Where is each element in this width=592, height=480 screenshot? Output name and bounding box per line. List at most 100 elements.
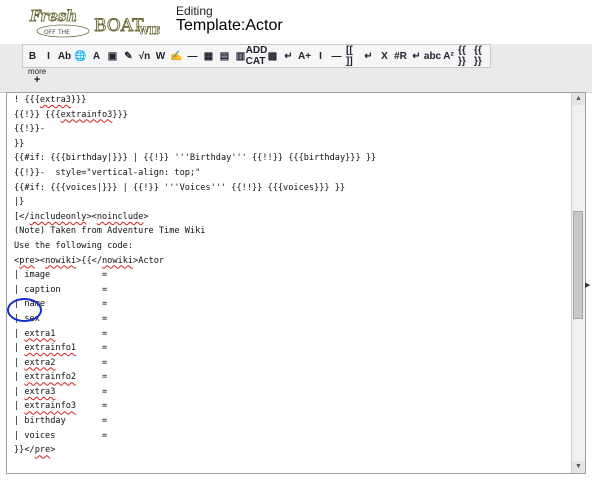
strikethrough-icon: abc: [423, 50, 442, 62]
brackets-button[interactable]: [[ ]]: [345, 45, 360, 67]
code-text: Use the following code:: [14, 240, 133, 251]
horizontal-line-icon: —: [187, 50, 198, 62]
internal-link-button[interactable]: Ab: [57, 48, 72, 65]
template-braces-button[interactable]: {{ }}: [457, 45, 472, 67]
external-link-button[interactable]: 🌐: [73, 48, 88, 65]
code-text: >Actor: [133, 255, 165, 266]
embedded-file-button[interactable]: ▣: [105, 48, 120, 65]
code-text: {{#if: {{{voices|}}} | {{!}} '''Voices''…: [14, 182, 346, 193]
svg-text:OFF: OFF: [44, 29, 56, 36]
cancel-x-button[interactable]: X: [377, 48, 392, 65]
newline-button[interactable]: ↵: [409, 48, 424, 65]
code-line: {{!}}- style="vertical-align: top;": [14, 166, 580, 181]
big-text-icon: A+: [297, 50, 312, 62]
media-button[interactable]: ✎: [121, 48, 136, 65]
more-toggle[interactable]: more +: [28, 67, 46, 86]
superscript-icon: A²: [443, 50, 454, 62]
misspelled-word: includeonly: [29, 211, 87, 222]
code-text: >: [50, 445, 56, 456]
scroll-down-arrow-icon[interactable]: ▼: [572, 461, 585, 473]
code-text: >: [143, 211, 149, 222]
template-button[interactable]: ▩: [265, 48, 280, 65]
superscript-button[interactable]: A²: [441, 48, 456, 65]
page-title: Template:Actor: [176, 17, 283, 34]
code-line: | caption =: [14, 283, 580, 298]
code-line: }}: [14, 137, 580, 152]
code-line: | extrainfo1 =: [14, 341, 580, 356]
dash-icon: —: [331, 50, 342, 62]
code-line: }}</pre>: [14, 443, 580, 458]
collapse-arrow-icon[interactable]: ▶: [585, 281, 590, 289]
code-text: |: [14, 357, 25, 368]
svg-text:Fresh: Fresh: [29, 7, 77, 25]
misspelled-word: extrainfo3: [60, 109, 113, 120]
code-text: }}}: [112, 109, 128, 120]
italic-button[interactable]: I: [41, 48, 56, 65]
template-braces-2-button[interactable]: {{ }}: [473, 45, 488, 67]
nowiki-button[interactable]: W: [153, 48, 168, 65]
code-text: | caption =: [14, 284, 108, 295]
gallery-button[interactable]: ▦: [201, 48, 216, 65]
code-line: Use the following code:: [14, 239, 580, 254]
code-line: [</includeonly><noinclude>: [14, 210, 580, 225]
code-text: {{#if: {{{birthday|}}} | {{!}} '''Birthd…: [14, 153, 377, 164]
misspelled-word: pre: [19, 255, 35, 266]
code-text: [</: [14, 211, 30, 222]
newline-icon: ↵: [412, 50, 421, 62]
cursor-icon: I: [319, 50, 322, 62]
scroll-up-arrow-icon[interactable]: ▲: [572, 93, 585, 105]
cursor-button[interactable]: I: [313, 48, 328, 65]
misspelled-word: nowiki: [102, 255, 134, 266]
scrollbar-thumb[interactable]: [573, 211, 583, 319]
misspelled-word: extra3: [24, 386, 56, 397]
template-braces-2-icon: {{ }}: [474, 45, 482, 67]
code-line: {{#if: {{{birthday|}}} | {{!}} '''Birthd…: [14, 151, 580, 166]
edit-toolbar: B I Ab 🌐 A ▣ ✎ √n W ✍ — ▦ ▤ ▥ ADD CAT ▩ ↵ A+ I —[[ ]] ↵ X #R ↵ a…: [22, 44, 491, 68]
toolbar-area: B I Ab 🌐 A ▣ ✎ √n W ✍ — ▦ ▤ ▥ ADD CAT ▩ ↵ A+ I —[[ ]] ↵ X #R ↵ a…: [0, 44, 592, 93]
svg-text:THE: THE: [57, 29, 70, 36]
headline-button[interactable]: A: [89, 48, 104, 65]
embedded-file-icon: ▣: [107, 50, 118, 62]
code-text: ><: [86, 211, 97, 222]
misspelled-word: extra1: [24, 328, 56, 339]
code-text: ><: [34, 255, 46, 266]
math-button[interactable]: √n: [137, 48, 152, 65]
wiki-logo[interactable]: Fresh OFF THE BOAT WIKI: [28, 4, 160, 40]
code-line: <pre><nowiki>{{</nowiki>Actor: [14, 254, 580, 269]
external-link-icon: 🌐: [74, 50, 87, 62]
svg-text:BOAT: BOAT: [94, 16, 144, 36]
dash-button[interactable]: —: [329, 48, 344, 65]
misspelled-word: noinclude: [96, 211, 144, 222]
internal-link-icon: Ab: [57, 50, 72, 62]
add-category-button[interactable]: ADD CAT: [246, 45, 268, 67]
bold-button[interactable]: B: [25, 48, 40, 65]
horizontal-line-button[interactable]: —: [185, 48, 200, 65]
code-line: {{!}} {{{extrainfo3}}}: [14, 108, 580, 123]
code-line: | extra3 =: [14, 385, 580, 400]
line-break-button[interactable]: ↵: [281, 48, 296, 65]
return-icon: ↵: [364, 50, 373, 62]
image-icon: ▥: [235, 50, 246, 62]
code-text: |: [14, 328, 25, 339]
plus-icon: +: [33, 74, 41, 86]
code-text: =: [55, 386, 108, 397]
editor-text[interactable]: ! {{{extra3}}} {{!}} {{{extrainfo3}}} {{!}…: [7, 93, 580, 473]
code-line: {{!}}-: [14, 122, 580, 137]
wikitext-editor[interactable]: ! {{{extra3}}} {{!}} {{{extrainfo3}}} {{!}…: [6, 92, 586, 474]
code-line: | birthday =: [14, 414, 580, 429]
code-text: >{{</: [76, 255, 102, 266]
strikethrough-button[interactable]: abc: [423, 48, 442, 65]
return-button[interactable]: ↵: [361, 48, 376, 65]
code-text: =: [55, 357, 108, 368]
code-text: |}: [14, 197, 25, 208]
table-icon: ▤: [219, 50, 230, 62]
code-text: |: [14, 372, 25, 383]
code-text: =: [55, 328, 108, 339]
signature-button[interactable]: ✍: [169, 48, 184, 65]
redirect-button[interactable]: #R: [393, 48, 408, 65]
table-button[interactable]: ▤: [217, 48, 232, 65]
misspelled-word: pre: [34, 445, 51, 456]
editing-label: Editing: [176, 4, 213, 18]
vertical-scrollbar[interactable]: ▲ ▼: [571, 93, 585, 473]
big-text-button[interactable]: A+: [297, 48, 312, 65]
